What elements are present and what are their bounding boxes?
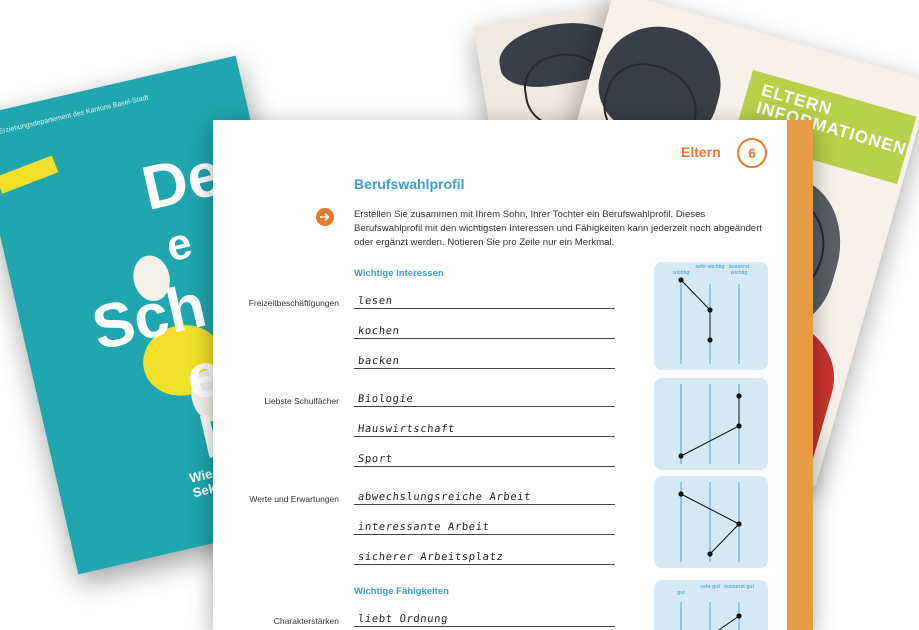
entry-line[interactable]: lesen [354,292,615,309]
intro-text: Erstellen Sie zusammen mit Ihrem Sohn, I… [354,209,762,248]
rating-point [678,277,684,283]
rating-column-header: wichtig [672,270,690,276]
group-label: Liebste Schulfächer [264,396,339,406]
rating-chart-interests-3 [654,476,768,568]
rating-point [736,521,742,527]
rating-point [707,551,713,557]
entry-line[interactable]: interessante Arbeit [354,518,615,535]
rating-chart-abilities-1: gut sehr gut äusserst gut [654,580,768,630]
group-label: Freizeitbeschäftigungen [248,298,339,308]
group-label: Charakterstärken [273,616,339,626]
rating-column-header: gut [677,590,685,596]
entry-text: sicherer Arbeitsplatz [357,551,504,563]
entry-text: backen [357,355,401,367]
section-heading-abilities: Wichtige Fähigkeiten [354,586,449,597]
rating-column-header: sehr gut [700,584,720,590]
entry-line[interactable]: sicherer Arbeitsplatz [354,548,615,565]
entry-line[interactable]: backen [354,352,615,369]
berufswahlprofil-page: Eltern 6 Berufswahlprofil Erstellen Sie … [213,120,813,630]
orange-edge-strip [787,120,813,630]
yellow-shape [0,155,59,194]
rating-profile-svg [678,384,742,464]
entry-text: interessante Arbeit [357,521,491,533]
rating-profile-line [680,279,711,340]
entry-text: liebt Ordnung [357,613,449,625]
entry-line[interactable]: Sport [354,450,615,467]
entry-line[interactable]: Hauswirtschaft [354,420,615,437]
group-label: Werte und Erwartungen [249,494,339,504]
entry-text: kochen [357,325,401,337]
rating-point [736,613,742,619]
entry-line[interactable]: kochen [354,322,615,339]
rating-column-header: äusserst wichtig [728,264,750,276]
rating-point [736,423,742,429]
entry-text: Sport [357,453,394,465]
arrow-right-icon [316,208,334,226]
rating-column-header: äusserst gut [724,584,754,590]
rating-point [678,491,684,497]
rating-chart-interests-2 [654,378,768,470]
entry-text: abwechslungsreiche Arbeit [357,491,532,503]
rating-point [678,453,684,459]
rating-point [707,337,713,343]
rating-profile-line [717,615,740,630]
section-label: Eltern [681,144,721,160]
entry-text: Biologie [357,393,415,405]
rating-point [736,393,742,399]
brochure-big-letters: e [161,218,197,272]
rating-column-header: sehr wichtig [695,264,725,270]
entry-text: Hauswirtschaft [357,423,456,435]
rating-profile-svg [678,482,742,562]
entry-text: lesen [357,295,394,307]
entry-line[interactable]: Biologie [354,390,615,407]
page-title: Berufswahlprofil [354,176,465,192]
rating-point [707,307,713,313]
rating-profile-svg [678,277,740,364]
entry-line[interactable]: abwechslungsreiche Arbeit [354,488,615,505]
section-heading-interests: Wichtige Interessen [354,268,444,279]
entry-line[interactable]: liebt Ordnung [354,610,615,627]
rating-chart-interests-1: wichtig sehr wichtig äusserst wichtig [654,262,768,370]
brochure-department-text: Erziehungsdepartement des Kantons Basel-… [0,94,150,136]
page-number: 6 [737,138,767,168]
